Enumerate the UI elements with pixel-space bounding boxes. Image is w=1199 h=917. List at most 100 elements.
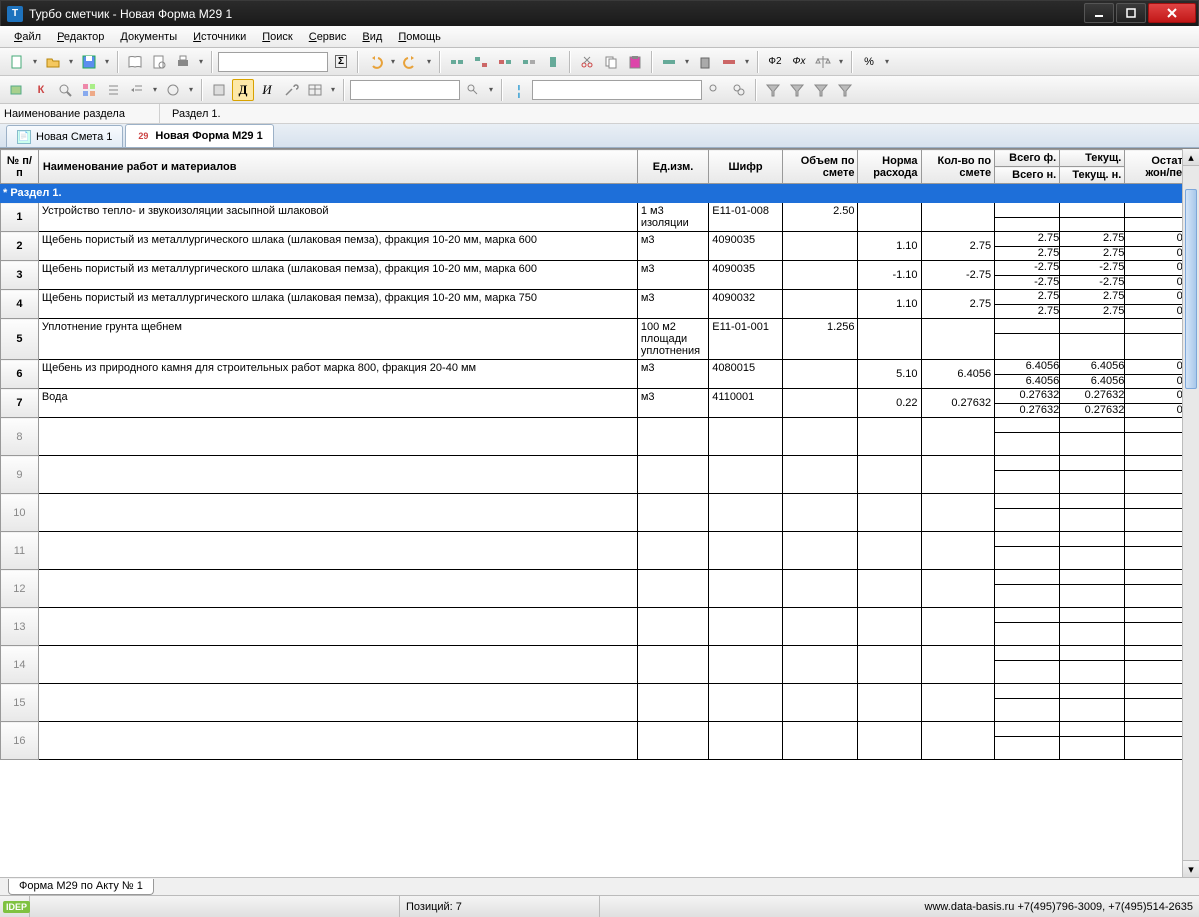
col-tn[interactable]: Всего н. — [995, 167, 1060, 184]
row-norm[interactable] — [858, 203, 921, 232]
vertical-scrollbar[interactable]: ▴ ▾ — [1182, 149, 1199, 877]
row-total[interactable] — [995, 319, 1060, 360]
row-norm[interactable] — [858, 319, 921, 360]
row-name[interactable]: Щебень пористый из металлургического шла… — [38, 290, 637, 319]
menu-documents[interactable]: Документы — [114, 29, 183, 45]
row-num[interactable]: 4 — [1, 290, 39, 319]
row-num[interactable]: 3 — [1, 261, 39, 290]
row-norm[interactable]: 5.10 — [858, 360, 921, 389]
row-code[interactable]: 4080015 — [709, 360, 783, 389]
row-code[interactable]: 4090035 — [709, 261, 783, 290]
tb2-outdent-dropdown[interactable]: ▾ — [150, 85, 160, 94]
scales-icon[interactable] — [812, 51, 834, 73]
col-norm[interactable]: Норма расхода — [858, 150, 921, 184]
row-qty[interactable]: 2.75 — [921, 290, 995, 319]
cut-icon[interactable] — [576, 51, 598, 73]
tb2-list-icon[interactable] — [102, 79, 124, 101]
tb2-find2-icon[interactable] — [704, 79, 726, 101]
row-cur[interactable]: 0.276320.27632 — [1060, 389, 1125, 418]
tb2-find3-icon[interactable] — [728, 79, 750, 101]
sheet-tab-m29[interactable]: Форма М29 по Акту № 1 — [8, 879, 154, 895]
redo-icon[interactable] — [400, 51, 422, 73]
row-qty[interactable]: 2.75 — [921, 232, 995, 261]
row-num[interactable]: 11 — [1, 532, 39, 570]
tb2-find-icon[interactable] — [462, 79, 484, 101]
row-name[interactable] — [38, 722, 637, 760]
row-total[interactable]: 0.276320.27632 — [995, 389, 1060, 418]
tab-m29[interactable]: 29 Новая Форма М29 1 — [125, 124, 273, 147]
row-insert-dropdown[interactable]: ▾ — [682, 57, 692, 66]
row-unit[interactable]: м3 — [637, 389, 708, 418]
tb2-combo2[interactable] — [532, 80, 702, 100]
row-total[interactable]: -2.75-2.75 — [995, 261, 1060, 290]
tb2-zoom-icon[interactable] — [54, 79, 76, 101]
row-name[interactable] — [38, 608, 637, 646]
col-unit[interactable]: Ед.изм. — [637, 150, 708, 184]
row-name[interactable] — [38, 456, 637, 494]
percent-icon[interactable]: % — [858, 51, 880, 73]
row-name[interactable] — [38, 570, 637, 608]
row-num[interactable]: 13 — [1, 608, 39, 646]
link2-icon[interactable] — [470, 51, 492, 73]
link3-icon[interactable] — [494, 51, 516, 73]
row-vol[interactable] — [782, 290, 858, 319]
row-norm[interactable]: -1.10 — [858, 261, 921, 290]
link5-icon[interactable] — [542, 51, 564, 73]
row-cur[interactable]: 2.752.75 — [1060, 290, 1125, 319]
maximize-button[interactable] — [1116, 3, 1146, 23]
save-dropdown[interactable]: ▾ — [102, 57, 112, 66]
tb2-tools-icon[interactable] — [280, 79, 302, 101]
undo-dropdown[interactable]: ▾ — [388, 57, 398, 66]
tb2-marker-icon[interactable]: ¦ — [508, 79, 530, 101]
row-code[interactable]: 4090032 — [709, 290, 783, 319]
row-name[interactable] — [38, 418, 637, 456]
new-doc-icon[interactable] — [6, 51, 28, 73]
row-unit[interactable]: м3 — [637, 360, 708, 389]
row-vol[interactable] — [782, 232, 858, 261]
row-unit[interactable]: м3 — [637, 232, 708, 261]
row-cur[interactable] — [1060, 203, 1125, 232]
row-total[interactable]: 2.752.75 — [995, 290, 1060, 319]
row-code[interactable]: Е11-01-001 — [709, 319, 783, 360]
tb2-k-icon[interactable]: К — [30, 79, 52, 101]
preview-icon[interactable] — [148, 51, 170, 73]
row-cur[interactable]: -2.75-2.75 — [1060, 261, 1125, 290]
col-vol[interactable]: Объем по смете — [782, 150, 858, 184]
row-name[interactable]: Щебень пористый из металлургического шла… — [38, 261, 637, 290]
row-vol[interactable] — [782, 389, 858, 418]
save-icon[interactable] — [78, 51, 100, 73]
col-cn[interactable]: Текущ. н. — [1060, 167, 1125, 184]
col-tf[interactable]: Всего ф. — [995, 150, 1060, 167]
row-code[interactable]: 4090035 — [709, 232, 783, 261]
row-cur[interactable]: 6.40566.4056 — [1060, 360, 1125, 389]
tb2-filter4-icon[interactable] — [834, 79, 856, 101]
tb2-d-icon[interactable]: Д — [232, 79, 254, 101]
redo-dropdown[interactable]: ▾ — [424, 57, 434, 66]
row-vol[interactable]: 2.50 — [782, 203, 858, 232]
link1-icon[interactable] — [446, 51, 468, 73]
tb2-special-dropdown[interactable]: ▾ — [186, 85, 196, 94]
scroll-up-icon[interactable]: ▴ — [1183, 149, 1199, 166]
row-name[interactable]: Уплотнение грунта щебнем — [38, 319, 637, 360]
book-icon[interactable] — [124, 51, 146, 73]
menu-view[interactable]: Вид — [356, 29, 388, 45]
link4-icon[interactable] — [518, 51, 540, 73]
scroll-down-icon[interactable]: ▾ — [1183, 860, 1199, 877]
data-grid[interactable]: № п/п Наименование работ и материалов Ед… — [0, 149, 1199, 760]
scroll-thumb[interactable] — [1185, 189, 1197, 389]
percent-dropdown[interactable]: ▾ — [882, 57, 892, 66]
row-insert-icon[interactable] — [658, 51, 680, 73]
undo-icon[interactable] — [364, 51, 386, 73]
row-qty[interactable] — [921, 203, 995, 232]
print-icon[interactable] — [172, 51, 194, 73]
row-name[interactable] — [38, 532, 637, 570]
f2-icon[interactable]: Ф2 — [764, 51, 786, 73]
menu-editor[interactable]: Редактор — [51, 29, 110, 45]
delete-icon[interactable] — [694, 51, 716, 73]
row-total[interactable]: 2.752.75 — [995, 232, 1060, 261]
row-unit[interactable]: м3 — [637, 261, 708, 290]
row-name[interactable]: Щебень из природного камня для строитель… — [38, 360, 637, 389]
menu-help[interactable]: Помощь — [392, 29, 447, 45]
row-num[interactable]: 6 — [1, 360, 39, 389]
tb2-box-icon[interactable] — [208, 79, 230, 101]
